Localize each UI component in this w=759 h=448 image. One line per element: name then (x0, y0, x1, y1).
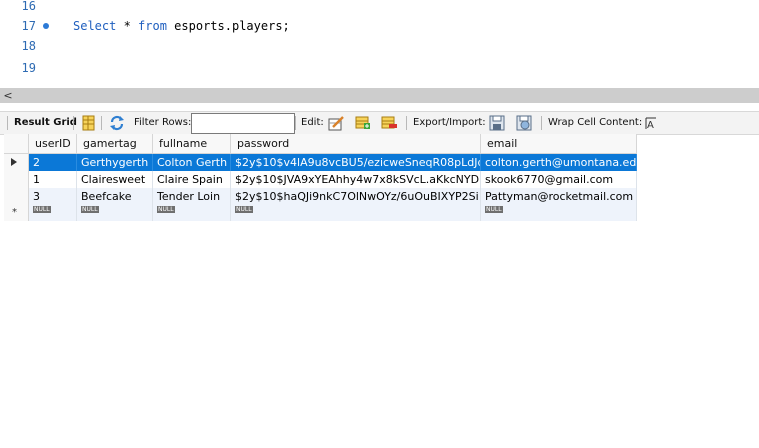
table-row[interactable]: 1 Clairesweet Claire Spain $2y$10$JVA9xY… (4, 171, 637, 188)
cell-userid[interactable]: 2 (29, 154, 77, 171)
table-row[interactable]: 3 Beefcake Tender Loin $2y$10$haQJi9nkC7… (4, 188, 637, 205)
line-number: 18 (21, 39, 36, 53)
column-header-password[interactable]: password (231, 134, 481, 153)
statement-marker-icon (43, 23, 49, 29)
cell-email[interactable]: skook6770@gmail.com (481, 171, 637, 188)
table-row[interactable]: 2 Gerthygerth Colton Gerth $2y$10$v4lA9u… (4, 154, 637, 171)
sql-keyword-select: Select (73, 19, 117, 33)
editor-line-17[interactable]: 17 Select * from esports.players; (0, 16, 759, 36)
result-toolbar: Result Grid Filter Rows: Edit: Export/Im… (0, 111, 759, 135)
null-badge: NULL (157, 206, 175, 213)
null-badge: NULL (485, 206, 503, 213)
row-header[interactable] (4, 171, 29, 188)
grid-header: userID gamertag fullname password email (4, 134, 637, 154)
sql-text: esports.players; (166, 19, 290, 33)
column-header-fullname[interactable]: fullname (153, 134, 231, 153)
line-number: 17 (21, 19, 36, 33)
cell-email[interactable]: colton.gerth@umontana.edu (481, 154, 637, 171)
toolbar-separator (101, 116, 102, 130)
cell-userid[interactable]: 1 (29, 171, 77, 188)
filter-rows-label: Filter Rows: (134, 117, 192, 128)
delete-row-icon[interactable] (381, 115, 397, 131)
svg-text:A: A (647, 120, 654, 131)
filter-rows-input[interactable] (191, 113, 295, 134)
sql-statement[interactable]: Select * from esports.players; (73, 16, 290, 36)
editor-line-18[interactable]: 18 (0, 36, 759, 56)
result-grid-tab[interactable]: Result Grid (14, 112, 77, 134)
edit-cell-icon[interactable] (328, 115, 344, 131)
editor-line-16[interactable]: 16 (0, 0, 759, 16)
toolbar-separator (295, 116, 296, 130)
cell-gamertag[interactable]: Beefcake (77, 188, 153, 205)
cell-gamertag[interactable]: Gerthygerth (77, 154, 153, 171)
column-header-userid[interactable]: userID (29, 134, 77, 153)
cell-email[interactable]: Pattyman@rocketmail.com (481, 188, 637, 205)
horizontal-scrollbar[interactable]: < (0, 88, 759, 103)
form-editor-icon[interactable] (81, 115, 97, 131)
row-header-corner (4, 134, 29, 153)
line-number: 19 (21, 61, 36, 75)
toolbar-separator (7, 116, 8, 130)
wrap-text-icon[interactable]: A (643, 115, 659, 131)
cell-gamertag[interactable]: NULL (77, 205, 153, 221)
wrap-cell-content-label: Wrap Cell Content: (548, 117, 643, 128)
cell-password[interactable]: NULL (231, 205, 481, 221)
cell-fullname[interactable]: Claire Spain (153, 171, 231, 188)
new-row[interactable]: * NULL NULL NULL NULL NULL (4, 205, 637, 221)
cell-email[interactable]: NULL (481, 205, 637, 221)
edit-label: Edit: (301, 117, 324, 128)
row-header[interactable] (4, 154, 29, 171)
toolbar-separator (73, 116, 74, 130)
panel-divider[interactable] (0, 103, 759, 111)
sql-editor[interactable]: 16 17 Select * from esports.players; 18 … (0, 0, 759, 88)
export-icon[interactable] (489, 115, 505, 131)
column-header-gamertag[interactable]: gamertag (77, 134, 153, 153)
cell-fullname[interactable]: Colton Gerth (153, 154, 231, 171)
row-header[interactable] (4, 188, 29, 205)
cell-fullname[interactable]: Tender Loin (153, 188, 231, 205)
cell-fullname[interactable]: NULL (153, 205, 231, 221)
line-number: 16 (21, 0, 36, 13)
null-badge: NULL (235, 206, 253, 213)
editor-line-19[interactable]: 19 (0, 58, 759, 78)
scroll-left-icon[interactable]: < (2, 88, 14, 103)
row-header[interactable]: * (4, 205, 29, 221)
cell-userid[interactable]: NULL (29, 205, 77, 221)
sql-keyword-from: from (138, 19, 167, 33)
insert-row-icon[interactable] (355, 115, 371, 131)
sql-text: * (116, 19, 139, 33)
toolbar-separator (541, 116, 542, 130)
new-row-icon: * (12, 207, 17, 218)
cell-password[interactable]: $2y$10$v4lA9u8vcBU5/ezicweSneqR08pLdJqQ.… (231, 154, 481, 171)
cell-gamertag[interactable]: Clairesweet (77, 171, 153, 188)
import-icon[interactable] (516, 115, 532, 131)
refresh-icon[interactable] (109, 115, 125, 131)
cell-password[interactable]: $2y$10$JVA9xYEAhhy4w7x8kSVcL.aKkcNYDHa..… (231, 171, 481, 188)
null-badge: NULL (81, 206, 99, 213)
export-import-label: Export/Import: (413, 117, 486, 128)
toolbar-separator (406, 116, 407, 130)
null-badge: NULL (33, 206, 51, 213)
cell-password[interactable]: $2y$10$haQJi9nkC7OlNwOYz/6uOuBIXYP2Si1h.… (231, 188, 481, 205)
column-header-email[interactable]: email (481, 134, 637, 153)
current-row-icon (11, 158, 17, 166)
cell-userid[interactable]: 3 (29, 188, 77, 205)
